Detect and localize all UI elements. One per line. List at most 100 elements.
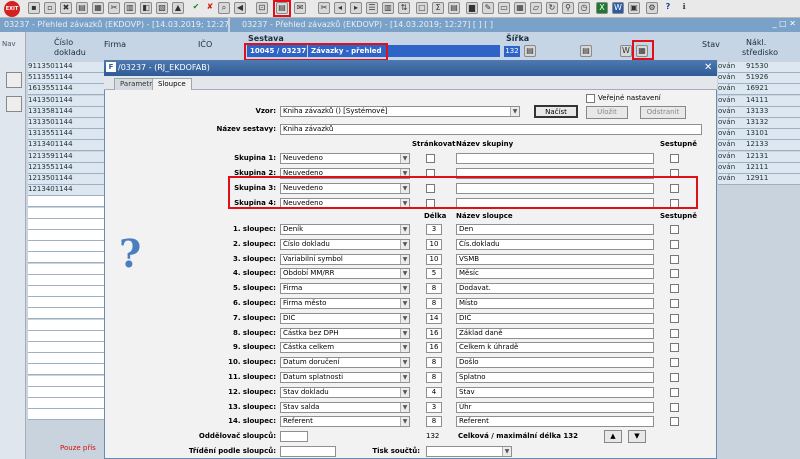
table-row-empty[interactable] bbox=[28, 196, 104, 208]
column-select[interactable]: Firma ▼ bbox=[280, 283, 410, 295]
table-row[interactable]: 1313401144 bbox=[28, 140, 104, 152]
up-icon[interactable]: ▲ bbox=[172, 2, 184, 14]
table-row-empty[interactable] bbox=[28, 409, 104, 421]
column-length-input[interactable]: 10 bbox=[426, 238, 442, 250]
table-row[interactable]: 1413501144 bbox=[28, 95, 104, 107]
list-icon[interactable]: ☰ bbox=[366, 2, 378, 14]
group-select[interactable]: Neuvedeno ▼ bbox=[280, 153, 410, 164]
calendar-icon[interactable]: ▦ bbox=[514, 2, 526, 14]
page-icon[interactable]: ▢ bbox=[416, 2, 428, 14]
column-name-input[interactable]: Referent bbox=[456, 416, 654, 428]
column-length-input[interactable]: 4 bbox=[426, 386, 442, 398]
column-name-input[interactable]: VSMB bbox=[456, 253, 654, 265]
col-firma[interactable]: Firma bbox=[104, 40, 126, 49]
table-row-empty[interactable] bbox=[28, 308, 104, 320]
descending-checkbox[interactable] bbox=[670, 154, 679, 163]
column-select[interactable]: Deník ▼ bbox=[280, 224, 410, 235]
descending-checkbox[interactable] bbox=[670, 299, 679, 308]
excel-icon[interactable]: X bbox=[596, 2, 608, 14]
table-row-empty[interactable] bbox=[28, 230, 104, 241]
column-length-input[interactable]: 16 bbox=[426, 327, 442, 339]
column-length-input[interactable]: 8 bbox=[426, 357, 442, 369]
column-name-input[interactable]: Základ daně bbox=[456, 327, 654, 339]
column-name-input[interactable]: DIČ bbox=[456, 312, 654, 324]
move-up-button[interactable]: ▲ bbox=[604, 430, 622, 443]
descending-checkbox[interactable] bbox=[670, 225, 679, 234]
document-icon[interactable] bbox=[6, 96, 22, 112]
descending-checkbox[interactable] bbox=[670, 373, 679, 382]
table-row[interactable]: 5113551144 bbox=[28, 73, 104, 85]
split-icon[interactable]: ✂ bbox=[318, 2, 330, 14]
column-length-input[interactable]: 8 bbox=[426, 283, 442, 295]
column-select[interactable]: Referent ▼ bbox=[280, 416, 410, 428]
table-row-empty[interactable] bbox=[28, 252, 104, 264]
column-length-input[interactable]: 8 bbox=[426, 298, 442, 309]
column-name-input[interactable]: Den bbox=[456, 224, 654, 235]
column-name-input[interactable]: Došlo bbox=[456, 357, 654, 369]
nav-label[interactable]: Nav bbox=[2, 40, 16, 48]
column-select[interactable]: Stav dokladu ▼ bbox=[280, 386, 410, 398]
vzor-select[interactable]: Kniha závazků () [Systémové] ▼ bbox=[280, 106, 520, 117]
word-export-icon[interactable]: W bbox=[620, 45, 632, 57]
doc-icon[interactable]: ▤ bbox=[448, 2, 460, 14]
mail-icon[interactable]: ✉ bbox=[294, 2, 306, 14]
folder-icon[interactable]: ▱ bbox=[530, 2, 542, 14]
table-row[interactable]: 1613551144 bbox=[28, 84, 104, 96]
descending-checkbox[interactable] bbox=[670, 387, 679, 397]
page-break-checkbox[interactable] bbox=[426, 154, 435, 163]
preview-icon[interactable]: ▦ bbox=[92, 2, 104, 14]
sort-icon[interactable]: ⇅ bbox=[398, 2, 410, 14]
table-row-empty[interactable] bbox=[28, 398, 104, 409]
refresh-icon[interactable]: ↻ bbox=[546, 2, 558, 14]
table-row-empty[interactable] bbox=[28, 207, 104, 219]
table-row-empty[interactable] bbox=[28, 297, 104, 309]
descending-checkbox[interactable] bbox=[670, 239, 679, 249]
sirka-value[interactable]: 132 bbox=[504, 46, 520, 57]
column-length-input[interactable]: 5 bbox=[426, 268, 442, 280]
word-icon[interactable]: W bbox=[612, 2, 624, 14]
clipboard-icon[interactable]: ▥ bbox=[124, 2, 136, 14]
table-row-empty[interactable] bbox=[28, 364, 104, 376]
descending-checkbox[interactable] bbox=[670, 343, 679, 353]
col-stav[interactable]: Stav bbox=[702, 40, 720, 49]
descending-checkbox[interactable] bbox=[670, 269, 679, 279]
table-row[interactable]: 9113501144 bbox=[28, 62, 104, 73]
clock-icon[interactable]: ◷ bbox=[578, 2, 590, 14]
column-name-input[interactable]: Místo bbox=[456, 298, 654, 309]
column-select[interactable]: Číslo dokladu ▼ bbox=[280, 238, 410, 250]
ulozit-button[interactable]: Uložit bbox=[586, 106, 628, 119]
column-name-input[interactable]: Splatno bbox=[456, 372, 654, 383]
print-icon[interactable]: ▤ bbox=[76, 2, 88, 14]
lock-icon[interactable]: ⊡ bbox=[256, 2, 268, 14]
descending-checkbox[interactable] bbox=[670, 402, 679, 412]
cancel-icon[interactable]: ✘ bbox=[204, 2, 216, 14]
dialog-close-icon[interactable]: ✕ bbox=[704, 62, 712, 73]
confirm-icon[interactable]: ✔ bbox=[190, 2, 202, 14]
attach-icon[interactable]: ⚲ bbox=[562, 2, 574, 14]
descending-checkbox[interactable] bbox=[670, 328, 679, 338]
descending-checkbox[interactable] bbox=[670, 284, 679, 294]
column-length-input[interactable]: 10 bbox=[426, 253, 442, 265]
odstranit-button[interactable]: Odstranit bbox=[640, 106, 686, 119]
tisk-select[interactable]: ▼ bbox=[426, 446, 512, 457]
table-row-empty[interactable] bbox=[28, 286, 104, 297]
window-controls[interactable]: _ □ ✕ bbox=[773, 19, 796, 28]
filter-icon[interactable]: ◧ bbox=[140, 2, 152, 14]
move-right-icon[interactable]: ▸ bbox=[350, 2, 362, 14]
move-left-icon[interactable]: ◂ bbox=[334, 2, 346, 14]
table-row-empty[interactable] bbox=[28, 263, 104, 275]
search-icon[interactable]: ⌕ bbox=[218, 2, 230, 14]
oddelovac-input[interactable] bbox=[280, 431, 308, 442]
nav-first-icon[interactable]: ◀ bbox=[234, 2, 246, 14]
descending-checkbox[interactable] bbox=[670, 313, 679, 323]
edit-icon[interactable]: ✎ bbox=[482, 2, 494, 14]
col-naklady[interactable]: Nákl. bbox=[746, 38, 766, 47]
column-name-input[interactable]: Dodavat. bbox=[456, 283, 654, 295]
table-row-empty[interactable] bbox=[28, 342, 104, 353]
column-select[interactable]: Částka celkem ▼ bbox=[280, 342, 410, 354]
column-name-input[interactable]: Měsíc bbox=[456, 268, 654, 280]
column-select[interactable]: Období MM/RR ▼ bbox=[280, 268, 410, 280]
column-length-input[interactable]: 14 bbox=[426, 312, 442, 324]
table-row-empty[interactable] bbox=[28, 241, 104, 253]
table-row[interactable]: 1213551144 bbox=[28, 162, 104, 174]
